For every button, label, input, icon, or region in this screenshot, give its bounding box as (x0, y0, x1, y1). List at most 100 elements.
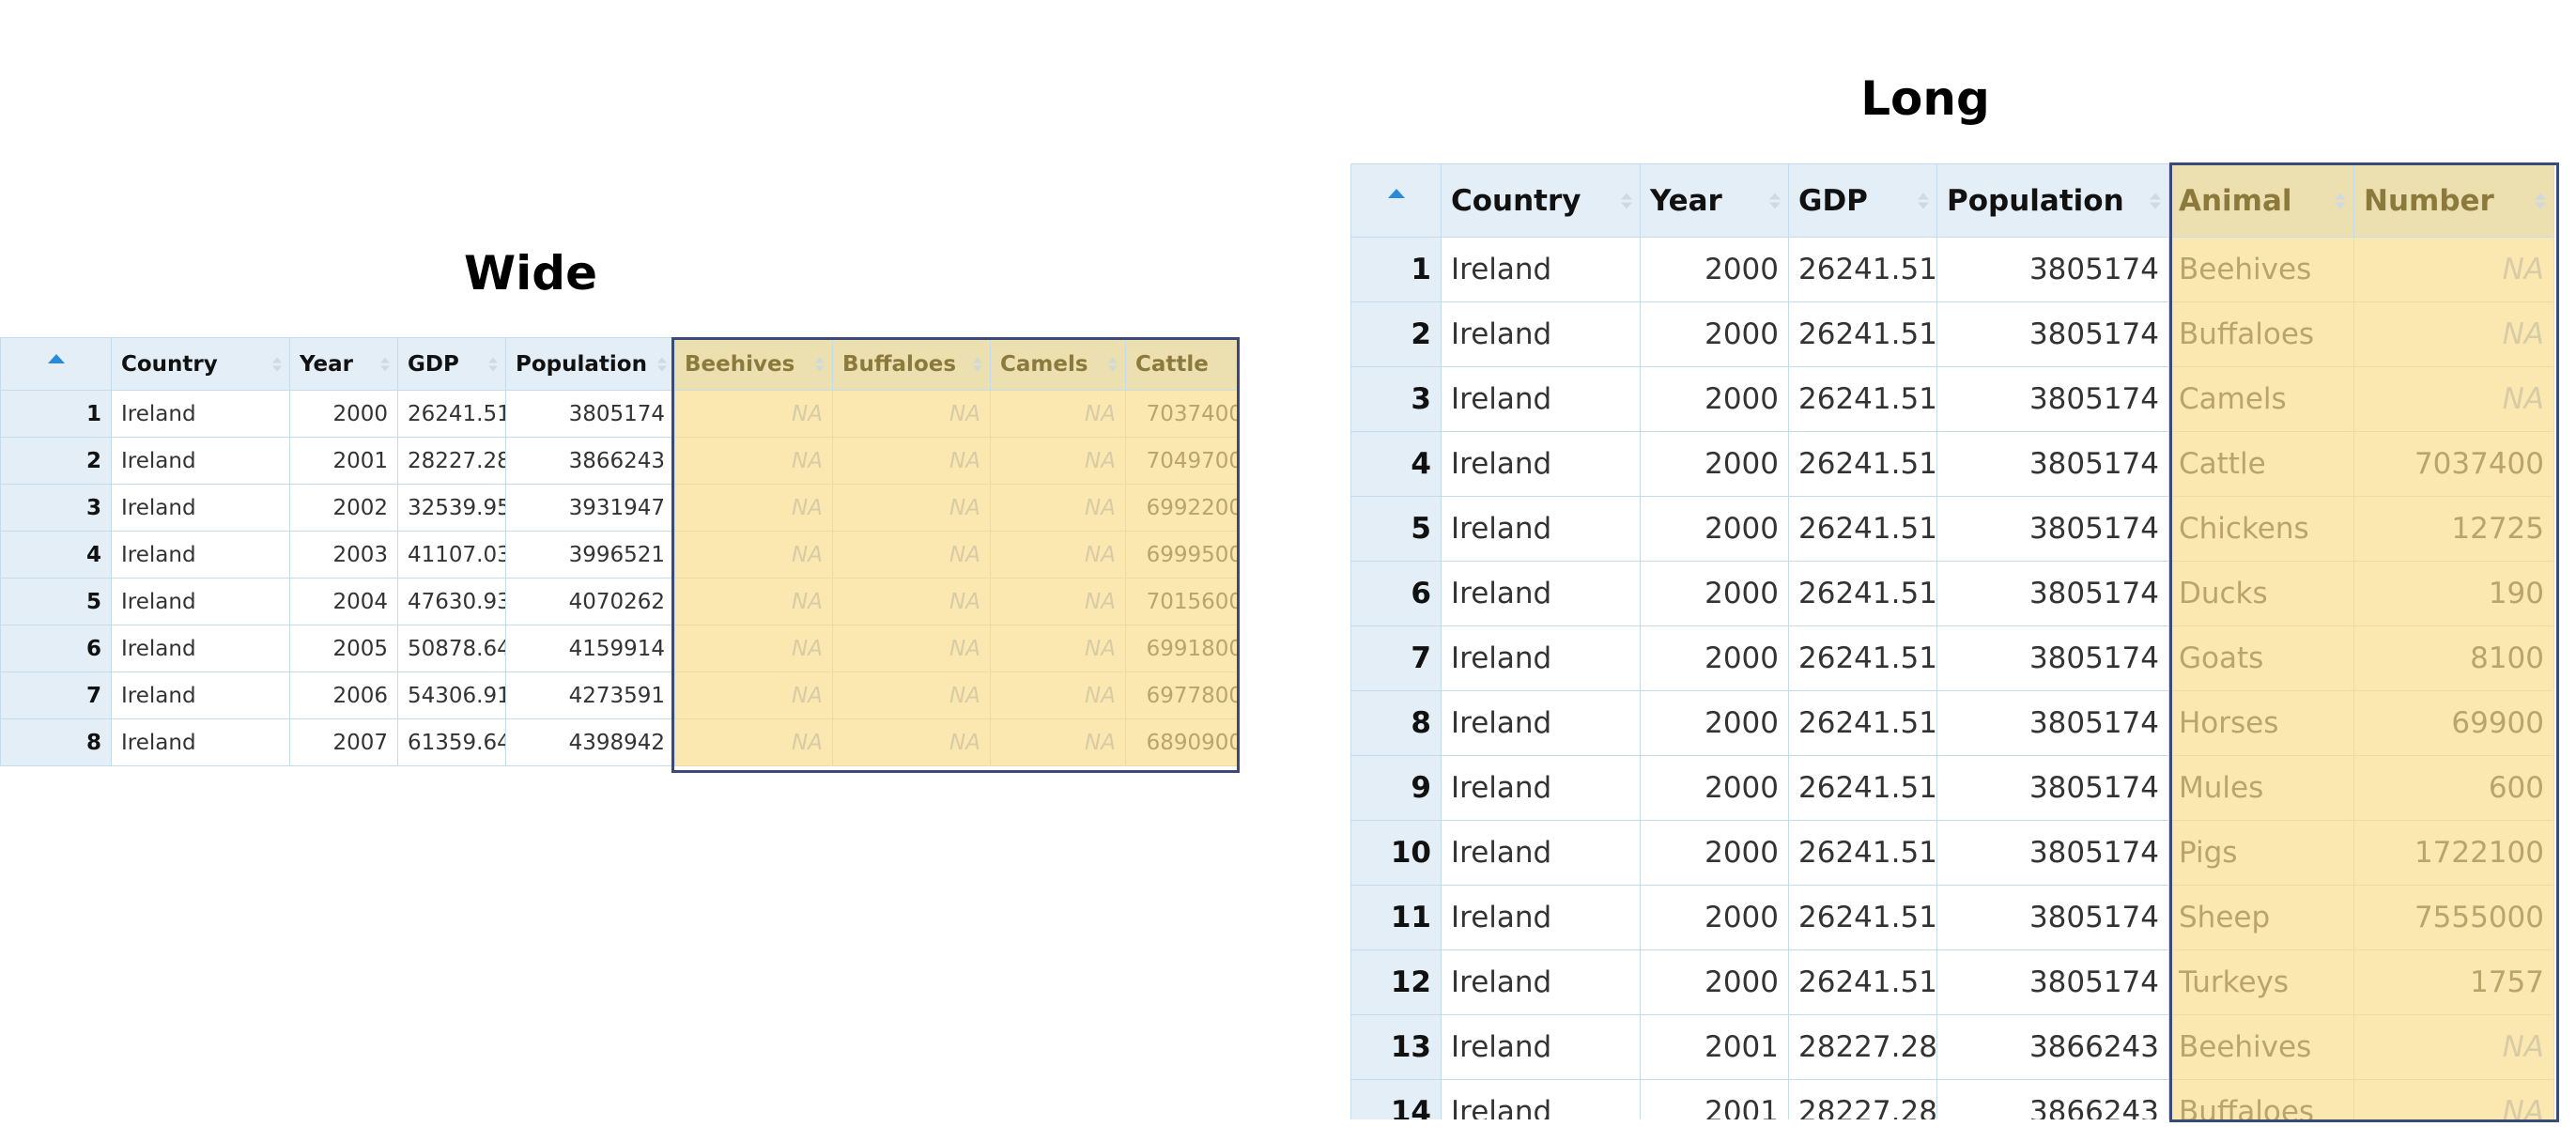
column-header-animal[interactable]: Animal (2168, 163, 2354, 238)
cell-beehives: NA (674, 625, 833, 672)
cell-year: 2000 (1640, 690, 1789, 756)
cell-number: 12725 (2353, 496, 2554, 562)
table-row[interactable]: 12 Ireland 2000 26241.51 3805174 Turkeys 1757 (1350, 949, 2554, 1015)
row-number: 3 (0, 484, 112, 532)
column-header-year[interactable]: Year (1640, 163, 1789, 238)
cell-number: NA (2353, 237, 2554, 302)
table-row[interactable]: 7 Ireland 2006 54306.91 4273591 NA NA NA 6977800 (0, 671, 1240, 719)
column-header-country[interactable]: Country (1441, 163, 1641, 238)
cell-gdp: 26241.51 (1788, 755, 1937, 821)
cell-number: NA (2353, 1014, 2554, 1080)
row-number: 13 (1350, 1014, 1442, 1080)
cell-camels: NA (990, 531, 1126, 579)
sort-icon (488, 357, 498, 371)
cell-year: 2000 (1640, 755, 1789, 821)
row-number: 7 (0, 671, 112, 719)
cell-year: 2001 (1640, 1079, 1789, 1119)
column-header-label: Number (2364, 183, 2494, 218)
row-number-sort-header[interactable] (1350, 163, 1442, 238)
cell-animal: Buffaloes (2168, 1079, 2354, 1119)
table-row[interactable]: 1 Ireland 2000 26241.51 3805174 Beehives NA (1350, 237, 2554, 302)
cell-cattle: 6890900 (1125, 718, 1240, 766)
cell-camels: NA (990, 578, 1126, 625)
column-header-population[interactable]: Population (505, 337, 675, 391)
table-row[interactable]: 14 Ireland 2001 28227.28 3866243 Buffaloes NA (1350, 1079, 2554, 1119)
column-header-number[interactable]: Number (2353, 163, 2554, 238)
table-row[interactable]: 3 Ireland 2000 26241.51 3805174 Camels NA (1350, 366, 2554, 432)
cell-gdp: 26241.51 (1788, 237, 1937, 302)
cell-number: 7037400 (2353, 431, 2554, 497)
cell-population: 3866243 (505, 437, 675, 485)
wide-data-viewer[interactable]: Country Year GDP Population Beehives Buffaloe… (0, 337, 1240, 771)
column-header-cattle[interactable]: Cattle (1125, 337, 1240, 391)
row-number-sort-header[interactable] (0, 337, 112, 391)
sort-icon (1918, 193, 1929, 208)
cell-gdp: 26241.51 (1788, 625, 1937, 691)
column-header-beehives[interactable]: Beehives (674, 337, 833, 391)
sort-ascending-icon (1387, 188, 1405, 198)
cell-year: 2005 (289, 625, 398, 672)
table-row[interactable]: 13 Ireland 2001 28227.28 3866243 Beehives NA (1350, 1014, 2554, 1080)
row-number: 9 (1350, 755, 1442, 821)
cell-population: 3805174 (1936, 949, 2169, 1015)
row-number: 7 (1350, 625, 1442, 691)
column-header-label: Buffaloes (842, 351, 957, 377)
cell-country: Ireland (111, 625, 290, 672)
table-row[interactable]: 2 Ireland 2000 26241.51 3805174 Buffaloes NA (1350, 301, 2554, 367)
table-row[interactable]: 10 Ireland 2000 26241.51 3805174 Pigs 1722100 (1350, 820, 2554, 886)
cell-camels: NA (990, 718, 1126, 766)
wide-title: Wide (464, 246, 597, 301)
cell-animal: Beehives (2168, 1014, 2354, 1080)
table-row[interactable]: 8 Ireland 2007 61359.64 4398942 NA NA NA 6890900 (0, 718, 1240, 766)
cell-year: 2001 (1640, 1014, 1789, 1080)
table-row[interactable]: 4 Ireland 2003 41107.03 3996521 NA NA NA 6999500 (0, 531, 1240, 579)
table-row[interactable]: 6 Ireland 2005 50878.64 4159914 NA NA NA 6991800 (0, 625, 1240, 672)
cell-country: Ireland (1441, 820, 1641, 886)
column-header-buffaloes[interactable]: Buffaloes (832, 337, 991, 391)
table-row[interactable]: 11 Ireland 2000 26241.51 3805174 Sheep 7555000 (1350, 885, 2554, 950)
cell-year: 2000 (1640, 366, 1789, 432)
sort-icon (380, 357, 390, 371)
cell-cattle: 6991800 (1125, 625, 1240, 672)
cell-number: 7555000 (2353, 885, 2554, 950)
table-row[interactable]: 6 Ireland 2000 26241.51 3805174 Ducks 190 (1350, 561, 2554, 626)
cell-number: 600 (2353, 755, 2554, 821)
column-header-year[interactable]: Year (289, 337, 398, 391)
table-row[interactable]: 4 Ireland 2000 26241.51 3805174 Cattle 7037400 (1350, 431, 2554, 497)
column-header-label: GDP (408, 351, 459, 377)
cell-beehives: NA (674, 671, 833, 719)
cell-year: 2002 (289, 484, 398, 532)
long-title: Long (1860, 71, 1990, 126)
column-header-camels[interactable]: Camels (990, 337, 1126, 391)
cell-gdp: 26241.51 (1788, 431, 1937, 497)
column-header-label: Population (1947, 183, 2124, 218)
table-row[interactable]: 5 Ireland 2004 47630.93 4070262 NA NA NA 7015600 (0, 578, 1240, 625)
cell-year: 2000 (289, 390, 398, 438)
long-data-viewer[interactable]: Country Year GDP Population Animal Number 1 Ire… (1350, 163, 2576, 1119)
cell-beehives: NA (674, 437, 833, 485)
column-header-gdp[interactable]: GDP (397, 337, 506, 391)
cell-buffaloes: NA (832, 671, 991, 719)
cell-country: Ireland (1441, 1079, 1641, 1119)
cell-gdp: 26241.51 (397, 390, 506, 438)
cell-gdp: 26241.51 (1788, 690, 1937, 756)
table-row[interactable]: 1 Ireland 2000 26241.51 3805174 NA NA NA 7037400 (0, 390, 1240, 438)
cell-population: 3805174 (1936, 496, 2169, 562)
table-row[interactable]: 8 Ireland 2000 26241.51 3805174 Horses 69900 (1350, 690, 2554, 756)
table-row[interactable]: 9 Ireland 2000 26241.51 3805174 Mules 600 (1350, 755, 2554, 821)
column-header-gdp[interactable]: GDP (1788, 163, 1937, 238)
table-row[interactable]: 3 Ireland 2002 32539.95 3931947 NA NA NA 6992200 (0, 484, 1240, 532)
row-number: 3 (1350, 366, 1442, 432)
row-number: 2 (0, 437, 112, 485)
cell-beehives: NA (674, 531, 833, 579)
cell-country: Ireland (111, 390, 290, 438)
cell-gdp: 41107.03 (397, 531, 506, 579)
column-header-country[interactable]: Country (111, 337, 290, 391)
cell-animal: Camels (2168, 366, 2354, 432)
table-row[interactable]: 7 Ireland 2000 26241.51 3805174 Goats 8100 (1350, 625, 2554, 691)
table-row[interactable]: 2 Ireland 2001 28227.28 3866243 NA NA NA 7049700 (0, 437, 1240, 485)
cell-population: 3805174 (1936, 237, 2169, 302)
column-header-population[interactable]: Population (1936, 163, 2169, 238)
table-row[interactable]: 5 Ireland 2000 26241.51 3805174 Chickens 12725 (1350, 496, 2554, 562)
row-number: 10 (1350, 820, 1442, 886)
